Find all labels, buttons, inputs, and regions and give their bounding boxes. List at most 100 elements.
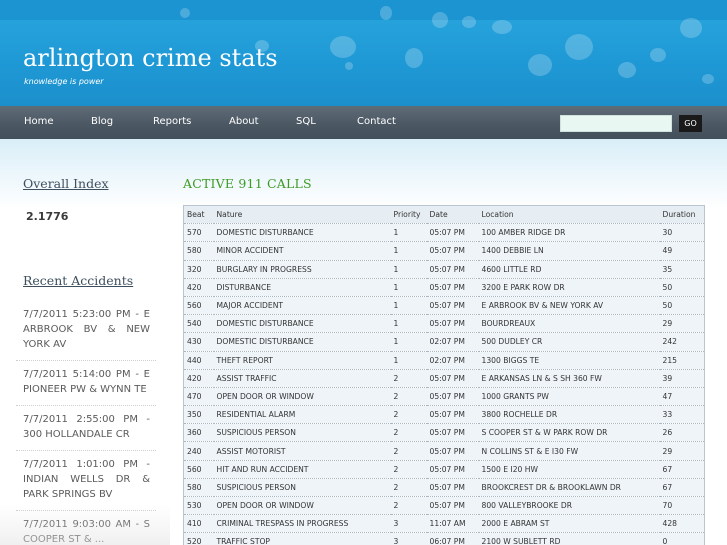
site-tagline: knowledge is power xyxy=(24,77,104,86)
cell-location: 800 VALLEYBROOKE DR xyxy=(478,496,660,516)
cell-beat: 350 xyxy=(183,405,214,425)
cell-date: 05:07 PM xyxy=(426,496,479,516)
nav-item-reports[interactable]: Reports xyxy=(153,116,191,127)
table-row: 560 HIT AND RUN ACCIDENT 2 05:07 PM 1500 E I… xyxy=(183,460,705,479)
cell-beat: 560 xyxy=(183,460,214,479)
header-splat-decoration xyxy=(618,62,636,78)
cell-nature: DOMESTIC DISTURBANCE xyxy=(213,314,391,334)
header-splat-decoration xyxy=(492,20,512,34)
cell-beat: 440 xyxy=(183,351,214,370)
accident-list-item[interactable]: 7/7/2011 5:23:00 PM - E ARBROOK BV & NEW… xyxy=(16,300,156,361)
cell-beat: 420 xyxy=(183,369,214,388)
cell-nature: SUSPICIOUS PERSON xyxy=(213,423,391,443)
search-input[interactable] xyxy=(560,115,672,132)
nav-item-blog[interactable]: Blog xyxy=(91,116,113,127)
cell-duration: 50 xyxy=(659,278,705,297)
header-splat-decoration xyxy=(180,8,190,18)
nav-item-contact[interactable]: Contact xyxy=(357,116,396,127)
search-go-button[interactable]: GO xyxy=(679,115,702,132)
cell-date: 05:07 PM xyxy=(426,387,479,407)
active-calls-table: Beat Nature Priority Date Location Durat… xyxy=(183,205,705,545)
table-row: 320 BURGLARY IN PROGRESS 1 05:07 PM 4600 LIT… xyxy=(183,260,705,279)
cell-nature: MINOR ACCIDENT xyxy=(213,241,391,261)
cell-location: S COOPER ST & W PARK ROW DR xyxy=(478,423,660,443)
cell-beat: 580 xyxy=(183,241,214,261)
cell-date: 05:07 PM xyxy=(426,223,479,243)
cell-nature: ASSIST TRAFFIC xyxy=(213,369,391,388)
table-header-row: Beat Nature Priority Date Location Durat… xyxy=(183,205,705,225)
cell-priority: 2 xyxy=(390,496,427,516)
cell-duration: 35 xyxy=(659,260,705,279)
cell-beat: 540 xyxy=(183,314,214,334)
cell-location: 3800 ROCHELLE DR xyxy=(478,405,660,425)
column-header-date: Date xyxy=(426,205,479,225)
header-splat-decoration xyxy=(680,18,702,38)
cell-priority: 2 xyxy=(390,405,427,425)
recent-accidents-list: 7/7/2011 5:23:00 PM - E ARBROOK BV & NEW… xyxy=(16,300,156,545)
cell-priority: 1 xyxy=(390,296,427,316)
table-row: 360 SUSPICIOUS PERSON 2 05:07 PM S COOPER ST… xyxy=(183,423,705,443)
cell-priority: 2 xyxy=(390,423,427,443)
accident-list-item[interactable]: 7/7/2011 2:55:00 PM - 300 HOLLANDALE CR xyxy=(16,406,156,451)
cell-nature: ASSIST MOTORIST xyxy=(213,441,391,461)
cell-duration: 50 xyxy=(659,296,705,316)
recent-accidents-heading[interactable]: Recent Accidents xyxy=(23,273,133,288)
cell-nature: OPEN DOOR OR WINDOW xyxy=(213,496,391,516)
accident-list-item[interactable]: 7/7/2011 5:14:00 PM - E PIONEER PW & WYN… xyxy=(16,361,156,406)
cell-priority: 2 xyxy=(390,369,427,388)
accident-list-item[interactable]: 7/7/2011 1:01:00 PM - INDIAN WELLS DR & … xyxy=(16,451,156,511)
cell-beat: 420 xyxy=(183,278,214,297)
cell-priority: 1 xyxy=(390,223,427,243)
cell-duration: 39 xyxy=(659,369,705,388)
accident-list-item[interactable]: 7/7/2011 9:03:00 AM - S COOPER ST & ... xyxy=(16,511,156,545)
cell-date: 05:07 PM xyxy=(426,478,479,498)
cell-duration: 47 xyxy=(659,387,705,407)
nav-item-home[interactable]: Home xyxy=(24,116,54,127)
header-splat-decoration xyxy=(528,54,552,76)
site-title[interactable]: arlington crime stats xyxy=(23,44,278,72)
cell-duration: 67 xyxy=(659,460,705,479)
cell-beat: 320 xyxy=(183,260,214,279)
cell-duration: 428 xyxy=(659,514,705,534)
cell-beat: 470 xyxy=(183,387,214,407)
table-row: 580 SUSPICIOUS PERSON 2 05:07 PM BROOKCREST … xyxy=(183,478,705,498)
cell-duration: 29 xyxy=(659,314,705,334)
header-splat-decoration xyxy=(405,48,423,68)
cell-beat: 580 xyxy=(183,478,214,498)
cell-beat: 410 xyxy=(183,514,214,534)
cell-beat: 530 xyxy=(183,496,214,516)
cell-location: 1400 DEBBIE LN xyxy=(478,241,660,261)
cell-beat: 240 xyxy=(183,441,214,461)
cell-duration: 215 xyxy=(659,351,705,370)
table-row: 240 ASSIST MOTORIST 2 05:07 PM N COLLINS ST … xyxy=(183,441,705,461)
overall-index-value: 2.1776 xyxy=(26,210,69,223)
cell-date: 06:07 PM xyxy=(426,532,479,545)
cell-priority: 3 xyxy=(390,532,427,545)
cell-location: 500 DUDLEY CR xyxy=(478,332,660,352)
cell-nature: DOMESTIC DISTURBANCE xyxy=(213,332,391,352)
cell-nature: THEFT REPORT xyxy=(213,351,391,370)
column-header-nature: Nature xyxy=(213,205,391,225)
site-header: arlington crime stats knowledge is power xyxy=(0,0,727,106)
cell-duration: 242 xyxy=(659,332,705,352)
cell-priority: 3 xyxy=(390,514,427,534)
cell-date: 05:07 PM xyxy=(426,296,479,316)
overall-index-heading[interactable]: Overall Index xyxy=(23,176,109,191)
cell-duration: 49 xyxy=(659,241,705,261)
table-row: 530 OPEN DOOR OR WINDOW 2 05:07 PM 800 VALLE… xyxy=(183,496,705,516)
nav-item-about[interactable]: About xyxy=(229,116,259,127)
cell-priority: 2 xyxy=(390,441,427,461)
cell-date: 05:07 PM xyxy=(426,260,479,279)
cell-beat: 570 xyxy=(183,223,214,243)
column-header-duration: Duration xyxy=(659,205,705,225)
cell-duration: 29 xyxy=(659,441,705,461)
cell-priority: 1 xyxy=(390,351,427,370)
cell-duration: 30 xyxy=(659,223,705,243)
cell-location: BOURDREAUX xyxy=(478,314,660,334)
header-splat-decoration xyxy=(565,34,593,60)
cell-priority: 1 xyxy=(390,260,427,279)
header-splat-decoration xyxy=(462,16,476,28)
cell-date: 05:07 PM xyxy=(426,441,479,461)
nav-item-sql[interactable]: SQL xyxy=(296,116,316,127)
cell-date: 02:07 PM xyxy=(426,351,479,370)
